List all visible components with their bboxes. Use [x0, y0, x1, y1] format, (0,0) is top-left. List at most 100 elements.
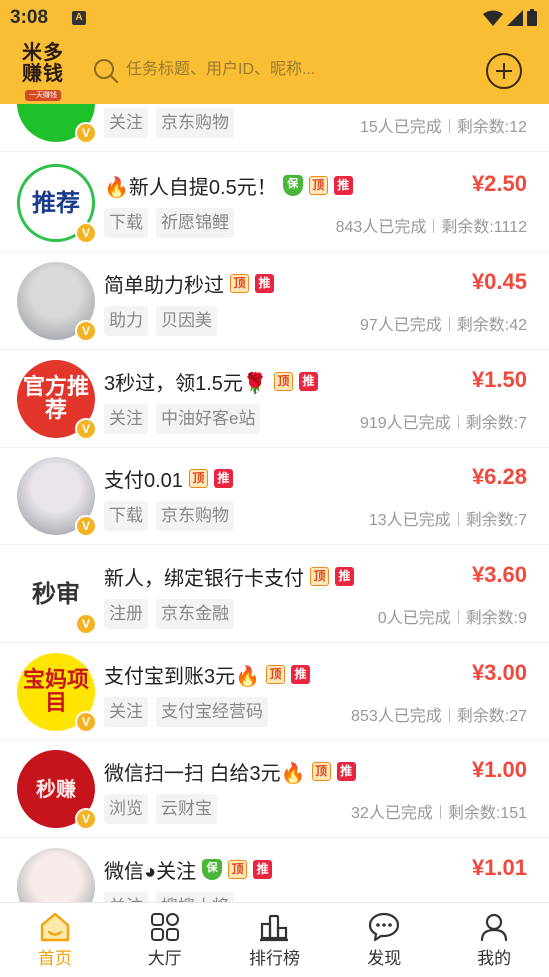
- task-title[interactable]: 微信◕关注: [104, 855, 196, 884]
- avatar-wrap: 秒赚 V: [17, 750, 97, 830]
- completed-count: 843人已完成: [335, 219, 427, 236]
- task-merchant-chip: 支付宝经营码: [156, 697, 268, 727]
- recommend-tag: 推: [335, 567, 354, 586]
- app-logo[interactable]: 米多 赚钱 一天赚钱: [16, 42, 70, 101]
- avatar-wrap: 官方推荐 V: [17, 360, 97, 440]
- verified-badge-icon: V: [75, 515, 97, 537]
- pinned-tag: 顶: [266, 665, 286, 684]
- completed-count: 853人已完成: [351, 708, 442, 725]
- verified-badge-icon: V: [75, 711, 97, 733]
- completed-count: 13人已完成: [368, 512, 451, 529]
- grid-icon: [150, 913, 179, 941]
- task-title-line: 简单助力秒过顶推: [104, 269, 274, 298]
- completed-count: 15人已完成: [359, 119, 442, 136]
- task-item[interactable]: 宝妈项目 V 支付宝到账3元🔥 顶推 ¥3.00 关注 支付宝经营码 853人已完成 剩余数:2…: [0, 643, 549, 741]
- search-input[interactable]: [126, 56, 426, 84]
- task-item[interactable]: 秒审 V 新人，绑定银行卡支付顶推 ¥3.60 注册 京东金融 0人已完成 剩余数:9: [0, 545, 549, 643]
- add-task-button[interactable]: [486, 53, 522, 89]
- task-type-chip: 关注: [104, 697, 148, 727]
- avatar-wrap: 秒审 V: [17, 555, 97, 635]
- task-title[interactable]: 3秒过，领1.5元🌹: [104, 367, 268, 396]
- task-type-chip: 浏览: [104, 794, 148, 824]
- task-title-line: 新人，绑定银行卡支付顶推: [104, 562, 354, 591]
- task-item[interactable]: 秒赚 V 微信扫一扫 白给3元🔥 顶推 ¥1.00 浏览 云财宝 32人已完成 剩余数:151: [0, 740, 549, 838]
- task-chips: 关注 支付宝经营码: [104, 697, 268, 727]
- nav-profile[interactable]: 我的: [439, 903, 549, 977]
- task-item[interactable]: V微信◕关注保顶推¥1.01关注搜搜小将352人已完成剩余数:221: [0, 838, 549, 902]
- task-price: ¥6.28: [471, 464, 527, 489]
- task-title[interactable]: 简单助力秒过: [104, 269, 224, 298]
- pinned-tag: 顶: [188, 469, 208, 488]
- task-type-chip: 关注: [104, 892, 148, 902]
- verified-badge-icon: V: [75, 122, 97, 144]
- task-title-line: 🔥新人自提0.5元！保顶推: [104, 171, 353, 200]
- home-icon: [40, 912, 70, 942]
- avatar-wrap: V: [17, 457, 97, 537]
- recommend-tag: 推: [333, 176, 353, 195]
- task-chips: 助力 贝因美: [104, 306, 217, 336]
- task-type-chip: 关注: [104, 404, 148, 434]
- avatar-wrap: V: [17, 262, 97, 342]
- chat-bubble-icon: [369, 912, 400, 942]
- nav-label-profile: 我的: [477, 949, 512, 968]
- task-type-chip: 下载: [104, 501, 148, 531]
- nav-hall[interactable]: 大厅: [110, 903, 220, 977]
- task-merchant-chip: 京东购物: [156, 501, 234, 531]
- task-title[interactable]: 支付宝到账3元🔥: [104, 660, 260, 689]
- app-header: 米多 赚钱 一天赚钱: [0, 36, 549, 104]
- stats-divider: [457, 415, 459, 429]
- pinned-tag: 顶: [230, 274, 249, 293]
- avatar-wrap: V: [17, 848, 95, 902]
- remaining-count: 剩余数:27: [456, 708, 527, 725]
- recommend-tag: 推: [213, 469, 233, 488]
- task-price: ¥3.60: [471, 562, 527, 587]
- nav-home[interactable]: 首页: [0, 903, 110, 977]
- remaining-count: 剩余数:7: [465, 512, 527, 529]
- task-stats: 919人已完成 剩余数:7: [360, 409, 527, 433]
- task-item[interactable]: 官方推荐 V 3秒过，领1.5元🌹 顶推 ¥1.50 关注 中油好客e站 919人已完成 剩余数…: [0, 350, 549, 448]
- task-title[interactable]: 支付0.01: [104, 464, 183, 493]
- task-item[interactable]: 推荐 V 🔥新人自提0.5元！保顶推 ¥2.50 下载 祈愿锦鲤 843人已完成 剩余数:11…: [0, 154, 549, 252]
- completed-count: 0人已完成: [377, 610, 451, 627]
- nav-label-ranking: 排行榜: [248, 949, 300, 968]
- search-icon[interactable]: [93, 58, 119, 84]
- task-title[interactable]: 🔥新人自提0.5元！: [104, 171, 277, 200]
- task-item[interactable]: V 支付0.01 顶推 ¥6.28 下载 京东购物 13人已完成 剩余数:7: [0, 447, 549, 545]
- task-chips: 关注 京东购物: [104, 108, 234, 138]
- task-stats: 0人已完成 剩余数:9: [378, 604, 527, 628]
- task-item[interactable]: V 简单助力秒过顶推 ¥0.45 助力 贝因美 97人已完成 剩余数:42: [0, 252, 549, 350]
- task-list[interactable]: V 关注 京东购物 15人已完成 剩余数:12 推荐 V 🔥新人自提0.5元！保顶推 ¥2.50…: [0, 104, 549, 902]
- task-title[interactable]: 微信扫一扫 白给3元🔥: [104, 757, 306, 786]
- task-price: ¥1.01: [471, 855, 527, 880]
- task-item[interactable]: V 关注 京东购物 15人已完成 剩余数:12: [0, 104, 549, 152]
- completed-count: 919人已完成: [359, 415, 451, 432]
- task-chips: 注册 京东金融: [104, 599, 234, 629]
- pinned-tag: 顶: [308, 176, 328, 195]
- logo-tag: 一天赚钱: [25, 90, 61, 101]
- task-merchant-chip: 搜搜小将: [156, 892, 234, 902]
- recommend-tag: 推: [298, 372, 318, 391]
- task-merchant-chip: 云财宝: [156, 794, 217, 824]
- task-chips: 浏览 云财宝: [104, 794, 217, 824]
- stats-divider: [457, 512, 459, 526]
- task-title[interactable]: 新人，绑定银行卡支付: [104, 562, 304, 591]
- status-time: 3:08: [10, 7, 49, 28]
- guarantee-shield-icon: 保: [202, 859, 223, 880]
- task-price: ¥0.45: [471, 269, 527, 294]
- task-merchant-chip: 京东购物: [156, 108, 234, 138]
- recommend-tag: 推: [291, 665, 311, 684]
- task-price: ¥1.00: [471, 757, 527, 782]
- avatar: [17, 848, 95, 902]
- nav-ranking[interactable]: 排行榜: [220, 903, 330, 977]
- verified-badge-icon: V: [75, 418, 97, 440]
- remaining-count: 剩余数:9: [465, 610, 527, 627]
- battery-icon: [527, 9, 537, 26]
- remaining-count: 剩余数:12: [456, 119, 527, 136]
- nav-discover[interactable]: 发现: [329, 903, 439, 977]
- nav-label-hall: 大厅: [147, 949, 182, 968]
- task-chips: 关注搜搜小将: [104, 892, 234, 902]
- nav-label-discover: 发现: [367, 949, 402, 968]
- pinned-tag: 顶: [273, 372, 293, 391]
- task-chips: 下载 京东购物: [104, 501, 234, 531]
- task-merchant-chip: 京东金融: [156, 599, 234, 629]
